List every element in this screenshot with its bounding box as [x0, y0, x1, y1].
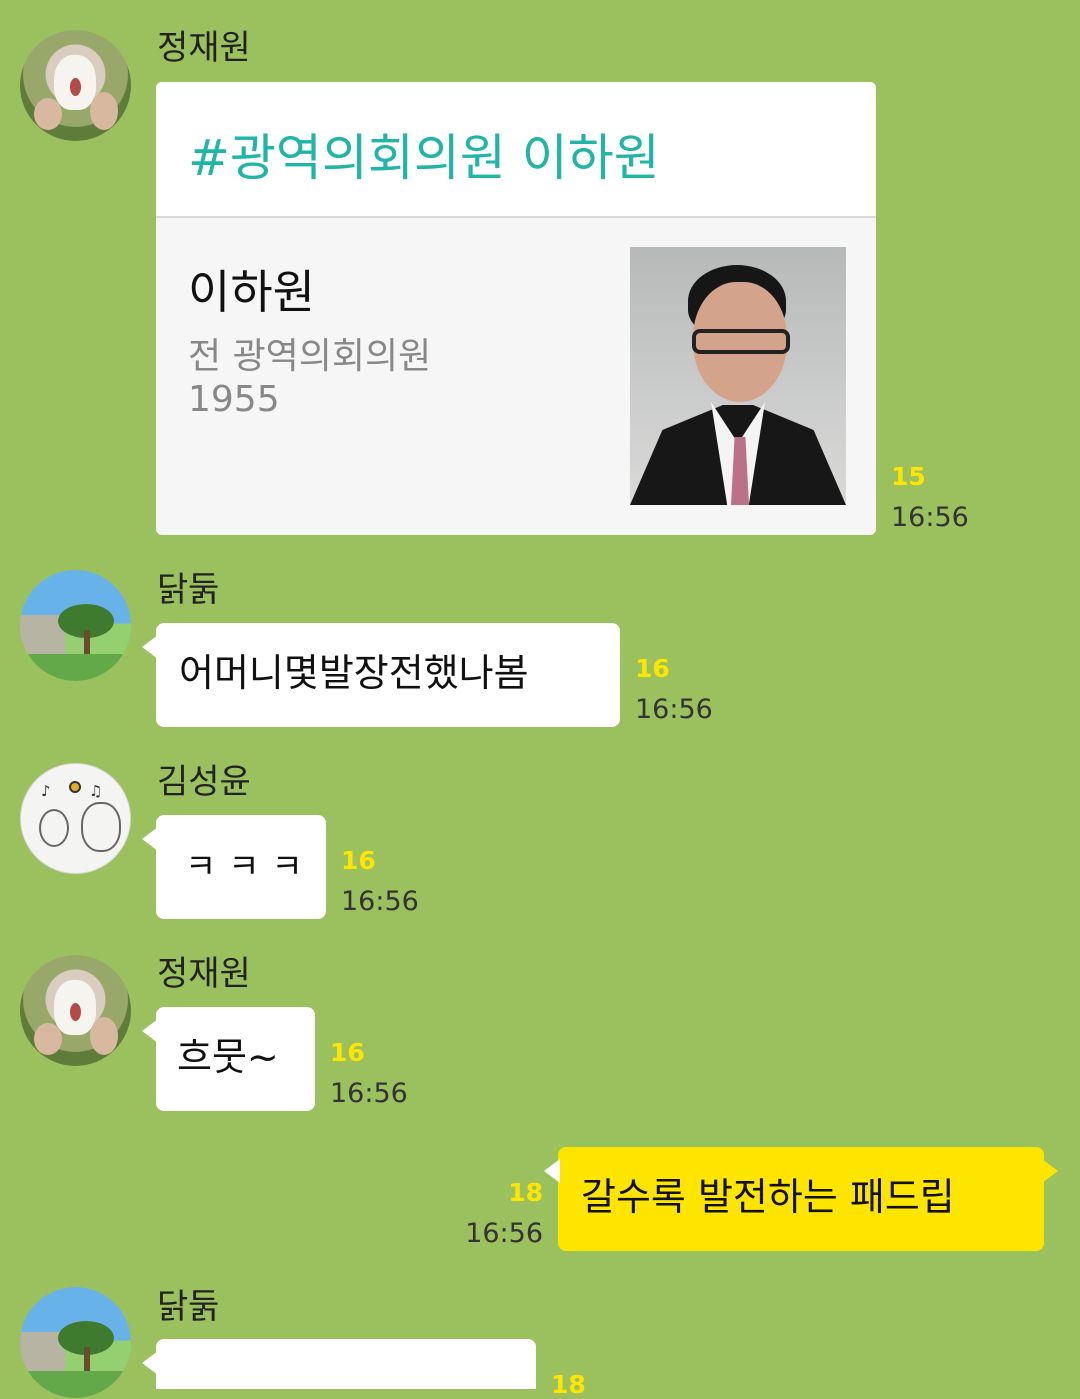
message-meta: 16 16:56 [635, 656, 713, 723]
unread-count: 16 [330, 1038, 365, 1067]
unread-count: 18 [508, 1178, 543, 1207]
avatar-mouth-icon [70, 1003, 81, 1021]
avatar-jeongjaewon[interactable] [20, 30, 131, 141]
photo-glasses-icon [692, 329, 790, 354]
avatar-hand-icon [90, 92, 118, 130]
music-note-icon: ♫ [89, 782, 103, 800]
message-text: 갈수록 발전하는 패드립 [581, 1175, 955, 1219]
my-message-bubble[interactable]: 갈수록 발전하는 패드립 [544, 1147, 1058, 1251]
disco-ball-icon [69, 781, 81, 793]
avatar-kimseongyun[interactable]: ♪ ♫ [20, 763, 131, 874]
sender-name: 닭둙 [157, 1287, 220, 1327]
card-position: 전 광역의회의원 [188, 336, 432, 377]
message-text: 어머니몇발장전했나봄 [179, 651, 529, 695]
message-meta: 16 16:56 [330, 1040, 408, 1107]
card-title[interactable]: #광역의회의원 이하원 [156, 82, 876, 218]
grass-icon [20, 1371, 131, 1398]
unread-count: 18 [551, 1370, 586, 1399]
message-bubble[interactable]: ㅋㅋㅋ [142, 815, 326, 919]
card-person-name: 이하원 [188, 265, 315, 319]
unread-count: 15 [891, 462, 926, 491]
message-meta: 18 16:56 [455, 1180, 543, 1247]
message-meta: 15 16:56 [891, 464, 969, 531]
profile-photo [630, 247, 846, 505]
message-text: 흐뭇~ [177, 1035, 279, 1079]
character-icon [81, 802, 121, 852]
message-time: 16:56 [465, 1218, 543, 1249]
message-time: 16:56 [891, 502, 969, 533]
unread-count: 16 [635, 654, 670, 683]
message-bubble[interactable]: 어머니몇발장전했나봄 [142, 623, 620, 727]
message-meta: 16 16:56 [341, 848, 419, 915]
tree-trunk-icon [84, 630, 90, 655]
sender-name: 닭둙 [157, 570, 220, 610]
sender-name: 김성윤 [157, 762, 251, 802]
avatar-hand-icon [34, 1023, 62, 1055]
unread-count: 16 [341, 846, 376, 875]
card-birth-year: 1955 [188, 379, 280, 420]
grass-icon [20, 654, 131, 681]
avatar-hand-icon [34, 98, 62, 130]
avatar-hand-icon [90, 1017, 118, 1055]
avatar-mouth-icon [70, 78, 81, 96]
message-meta: 18 [551, 1372, 586, 1397]
message-time: 16:56 [635, 694, 713, 725]
sender-name: 정재원 [157, 28, 251, 68]
message-text: ㅋㅋㅋ [185, 847, 315, 887]
sender-name: 정재원 [157, 954, 251, 994]
message-time: 16:56 [341, 886, 419, 917]
character-icon [39, 809, 69, 847]
message-bubble-partial[interactable] [142, 1339, 536, 1389]
avatar-jeongjaewon[interactable] [20, 955, 131, 1066]
tree-trunk-icon [84, 1347, 90, 1372]
message-time: 16:56 [330, 1078, 408, 1109]
profile-link-card[interactable]: #광역의회의원 이하원 이하원 전 광역의회의원 1955 [156, 82, 876, 535]
avatar-dakdul[interactable] [20, 570, 131, 681]
music-note-icon: ♪ [41, 782, 51, 800]
message-bubble[interactable]: 흐뭇~ [142, 1007, 315, 1111]
avatar-dakdul[interactable] [20, 1287, 131, 1398]
